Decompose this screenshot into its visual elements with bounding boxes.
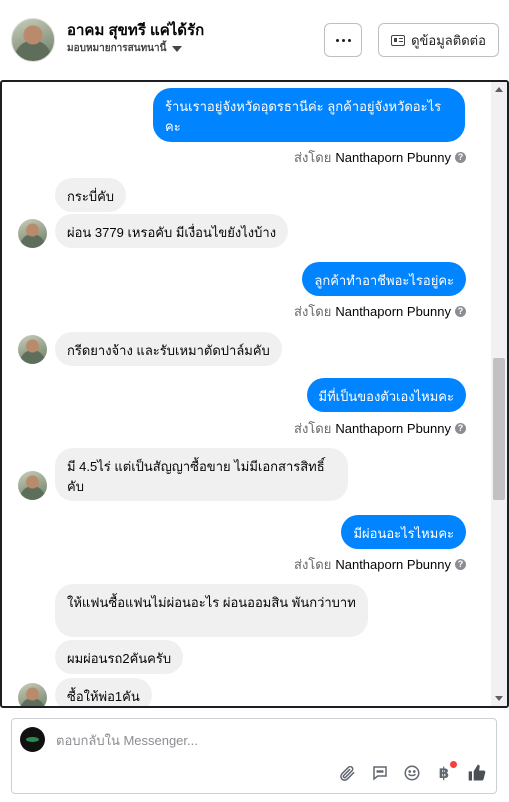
sender-name: Nanthaporn Pbunny [335,557,451,572]
incoming-message[interactable]: ให้แฟนซื้อแฟนไม่ผ่อนอะไร ผ่อนออมสิน พันก… [55,584,368,637]
contact-card-icon [391,34,406,46]
paperclip-icon[interactable] [337,763,357,783]
contact-avatar-small[interactable] [18,335,47,364]
sent-by-note: ส่งโดย Nanthaporn Pbunny ? [294,147,466,168]
incoming-message[interactable]: ซื้อให้พ่อ1คัน [55,678,152,706]
outgoing-message[interactable]: มีที่เป็นของตัวเองไหมคะ [306,378,466,412]
contact-name[interactable]: อาคม สุขทรี แค่ได้รัก [67,18,204,42]
incoming-message[interactable]: มี 4.5ไร่ แต่เป็นสัญญาซื้อขาย ไม่มีเอกสา… [55,448,348,501]
baht-payment-icon[interactable]: ฿ [434,761,457,783]
more-options-button[interactable] [324,23,362,57]
scroll-thumb[interactable] [493,358,505,500]
help-icon[interactable]: ? [455,152,466,163]
sender-name: Nanthaporn Pbunny [335,421,451,436]
reply-input[interactable] [56,733,476,748]
help-icon[interactable]: ? [455,306,466,317]
notification-dot [450,761,457,768]
message-list: ร้านเราอยู่จังหวัดอุดรธานีค่ะ ลูกค้าอยู่… [2,82,493,706]
assign-label: มอบหมายการสนทนานี้ [67,43,167,54]
sent-by-prefix: ส่งโดย [294,150,332,165]
incoming-message[interactable]: กระบี่คับ [55,178,127,212]
contact-avatar-small[interactable] [18,219,47,248]
help-icon[interactable]: ? [455,559,466,570]
outgoing-message[interactable]: มีผ่อนอะไรไหมคะ [341,515,466,549]
view-contact-info-button[interactable]: ดูข้อมูลติดต่อ [378,23,499,57]
message-thread[interactable]: ร้านเราอยู่จังหวัดอุดรธานีค่ะ ลูกค้าอยู่… [0,80,509,708]
scroll-down-arrow-icon[interactable] [495,696,503,701]
thumbs-up-icon[interactable] [467,763,487,783]
scrollbar[interactable] [491,82,507,706]
reply-composer: ฿ [11,718,497,794]
sent-by-note: ส่งโดย Nanthaporn Pbunny ? [294,554,466,575]
sent-by-note: ส่งโดย Nanthaporn Pbunny ? [294,301,466,322]
outgoing-message[interactable]: ลูกค้าทำอาชีพอะไรอยู่คะ [302,262,466,296]
more-icon [335,38,351,42]
contact-avatar[interactable] [11,18,55,62]
contact-avatar-small[interactable] [18,683,47,706]
view-contact-info-label: ดูข้อมูลติดต่อ [411,32,486,48]
sent-by-prefix: ส่งโดย [294,421,332,436]
incoming-message[interactable]: ผมผ่อนรถ2คันครับ [55,640,184,674]
sent-by-prefix: ส่งโดย [294,557,332,572]
page-logo-avatar [20,727,45,752]
incoming-message[interactable]: ผ่อน 3779 เหรอคับ มีเงื่อนไขยังไงบ้าง [55,214,289,248]
help-icon[interactable]: ? [455,423,466,434]
sent-by-prefix: ส่งโดย [294,304,332,319]
caret-down-icon [172,45,183,52]
quick-reply-icon[interactable] [370,763,390,783]
emoji-icon[interactable] [402,763,422,783]
conversation-header: อาคม สุขทรี แค่ได้รัก มอบหมายการสนทนานี้… [0,0,509,80]
sender-name: Nanthaporn Pbunny [335,150,451,165]
contact-avatar-small[interactable] [18,471,47,500]
outgoing-message[interactable]: ร้านเราอยู่จังหวัดอุดรธานีค่ะ ลูกค้าอยู่… [153,88,465,142]
sender-name: Nanthaporn Pbunny [335,304,451,319]
assign-conversation-dropdown[interactable]: มอบหมายการสนทนานี้ [67,41,183,56]
incoming-message[interactable]: กรีดยางจ้าง และรับเหมาตัดปาล์มคับ [55,332,282,366]
scroll-up-arrow-icon[interactable] [495,87,503,92]
sent-by-note: ส่งโดย Nanthaporn Pbunny ? [294,418,466,439]
